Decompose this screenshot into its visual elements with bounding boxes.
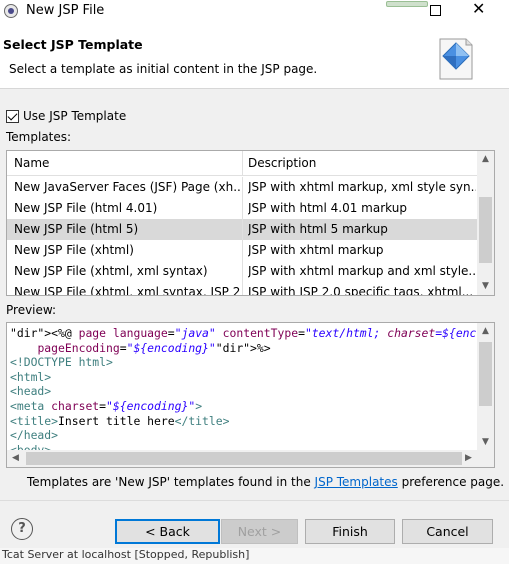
background-servers-view: Tcat Server at localhost [Stopped, Repub… (0, 548, 509, 564)
cancel-button[interactable]: Cancel (402, 519, 493, 544)
templates-label: Templates: (6, 130, 72, 144)
table-header: Name Description (7, 151, 479, 176)
table-row[interactable]: New JSP File (xhtml) JSP with xhtml marku… (7, 240, 479, 261)
page-description: Select a template as initial content in … (9, 62, 318, 76)
table-row[interactable]: New JSP File (xhtml, xml syntax) JSP with… (7, 261, 479, 282)
scroll-thumb[interactable] (479, 197, 492, 263)
preview-horizontal-scrollbar[interactable]: ◀ ▶ (7, 450, 477, 467)
background-server-text: Tcat Server at localhost [Stopped, Repub… (2, 548, 250, 561)
footer-note-suffix: preference page. (397, 475, 505, 489)
checkbox-checked-icon[interactable] (6, 109, 19, 123)
eclipse-app-icon (4, 4, 18, 18)
template-name-cell: New JSP File (xhtml, xml syntax) (14, 264, 208, 278)
template-description-cell: JSP with html 5 markup (248, 222, 388, 236)
preview-code: "dir"><%@ page language="java" contentTy… (10, 326, 476, 457)
back-button[interactable]: < Back (115, 519, 220, 544)
use-jsp-template-checkbox[interactable]: Use JSP Template (6, 108, 126, 124)
template-name-cell: New JSP File (xhtml, xml syntax, JSP 2..… (14, 285, 240, 296)
column-divider (242, 219, 243, 240)
templates-vertical-scrollbar[interactable]: ▲ ▼ (477, 151, 494, 295)
scroll-thumb[interactable] (479, 342, 492, 406)
template-name-cell: New JSP File (xhtml) (14, 243, 134, 257)
jsp-wizard-banner-icon (439, 38, 473, 80)
wizard-header (0, 24, 509, 89)
template-description-cell: JSP with xhtml markup (248, 243, 384, 257)
page-title: Select JSP Template (3, 37, 143, 52)
scroll-corner (477, 450, 494, 467)
table-row[interactable]: New JavaServer Faces (JSF) Page (xh... JS… (7, 177, 479, 198)
template-description-cell: JSP with JSP 2.0 specific tags, xhtml... (248, 285, 474, 296)
templates-footer-note: Templates are 'New JSP' templates found … (27, 475, 504, 489)
template-description-cell: JSP with xhtml markup, xml style syn... (248, 180, 476, 194)
code-line: <title>Insert title here</title> (10, 413, 230, 428)
code-line: <html> (10, 369, 52, 384)
use-jsp-template-label: Use JSP Template (23, 109, 127, 123)
code-line: pageEncoding="${encoding}""dir">%> (37, 340, 271, 355)
jsp-templates-link[interactable]: JSP Templates (315, 475, 398, 489)
close-button[interactable]: ✕ (472, 0, 485, 18)
column-divider (242, 198, 243, 219)
template-name-cell: New JavaServer Faces (JSF) Page (xh... (14, 180, 240, 194)
scroll-up-icon[interactable]: ▲ (477, 323, 494, 340)
footer-note-prefix: Templates are 'New JSP' templates found … (27, 475, 315, 489)
button-bar-divider (0, 500, 509, 501)
column-divider (242, 240, 243, 261)
code-line: "dir"><%@ page language="java" contentTy… (10, 326, 476, 340)
scroll-down-icon[interactable]: ▼ (477, 434, 494, 451)
next-button[interactable]: Next > (221, 519, 298, 544)
scroll-left-icon[interactable]: ◀ (7, 450, 24, 467)
template-name-cell: New JSP File (html 5) (14, 222, 139, 236)
column-divider (242, 177, 243, 198)
scroll-up-icon[interactable]: ▲ (477, 151, 494, 168)
code-line: </head> (10, 428, 59, 443)
scroll-right-icon[interactable]: ▶ (460, 450, 477, 467)
code-line: <meta charset="${encoding}"> (10, 398, 203, 413)
scroll-down-icon[interactable]: ▼ (477, 278, 494, 295)
table-row[interactable]: New JSP File (xhtml, xml syntax, JSP 2..… (7, 282, 479, 296)
preview-pane[interactable]: "dir"><%@ page language="java" contentTy… (6, 322, 495, 468)
column-divider (242, 261, 243, 282)
column-header-description[interactable]: Description (248, 156, 316, 170)
template-description-cell: JSP with xhtml markup and xml style... (248, 264, 476, 278)
preview-vertical-scrollbar[interactable]: ▲ ▼ (477, 323, 494, 451)
template-description-cell: JSP with html 4.01 markup (248, 201, 407, 215)
code-line: <head> (10, 384, 52, 399)
preview-label: Preview: (6, 303, 57, 317)
code-line: <!DOCTYPE html> (10, 355, 113, 370)
finish-button[interactable]: Finish (305, 519, 395, 544)
column-divider (242, 282, 243, 295)
templates-table[interactable]: Name Description New JavaServer Faces (J… (6, 150, 495, 296)
window-title: New JSP File (26, 3, 105, 18)
table-row[interactable]: New JSP File (html 4.01) JSP with html 4.… (7, 198, 479, 219)
maximize-button[interactable] (430, 5, 441, 16)
template-name-cell: New JSP File (html 4.01) (14, 201, 158, 215)
table-row[interactable]: New JSP File (html 5) JSP with html 5 mar… (7, 219, 479, 240)
column-divider[interactable] (242, 151, 243, 176)
minimize-button[interactable] (384, 0, 428, 8)
scroll-thumb[interactable] (26, 452, 462, 465)
help-icon[interactable]: ? (11, 518, 33, 540)
column-header-name[interactable]: Name (14, 156, 49, 170)
